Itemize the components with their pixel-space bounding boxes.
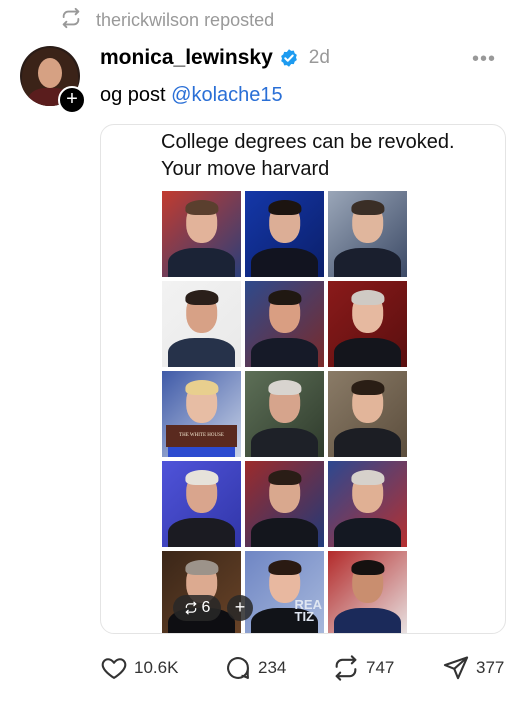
plus-icon: + bbox=[234, 597, 246, 617]
quote-count: 6 bbox=[201, 599, 211, 616]
card-title: College degrees can be revoked. Your mov… bbox=[161, 131, 455, 180]
comment-icon bbox=[227, 657, 249, 679]
like-button[interactable]: 10.6K bbox=[100, 654, 178, 682]
action-bar: 10.6K 234 747 377 bbox=[100, 654, 520, 684]
repost-count: 747 bbox=[366, 658, 395, 677]
repost-icon bbox=[60, 7, 82, 34]
photo-tile: THE WHITE HOUSE bbox=[162, 371, 241, 457]
more-icon[interactable]: ••• bbox=[472, 48, 496, 71]
send-icon bbox=[443, 656, 469, 680]
repost-icon bbox=[185, 601, 196, 615]
post-timestamp: 2d bbox=[308, 47, 330, 68]
mention-link[interactable]: @kolache15 bbox=[171, 84, 282, 106]
photo-tile bbox=[162, 191, 241, 277]
follow-button[interactable]: + bbox=[58, 86, 86, 114]
caption-text: og post bbox=[100, 84, 172, 106]
quote-count-pill[interactable]: 6 bbox=[173, 595, 221, 621]
comment-button[interactable]: 234 bbox=[224, 654, 286, 682]
media-card[interactable]: College degrees can be revoked. Your mov… bbox=[100, 124, 506, 634]
post-username[interactable]: monica_lewinsky bbox=[100, 46, 273, 70]
comment-count: 234 bbox=[258, 658, 287, 677]
reposter-username[interactable]: therickwilson bbox=[96, 10, 199, 30]
photo-tile: REA TIZ bbox=[245, 551, 324, 633]
repost-attribution: therickwilson reposted bbox=[60, 7, 274, 34]
photo-tile bbox=[245, 191, 324, 277]
photo-tile bbox=[328, 281, 407, 367]
like-count: 10.6K bbox=[134, 658, 179, 677]
photo-tile bbox=[245, 371, 324, 457]
photo-tile bbox=[328, 551, 407, 633]
photo-tile bbox=[328, 191, 407, 277]
share-count: 377 bbox=[476, 658, 505, 677]
photo-grid: THE WHITE HOUSE REA TIZ bbox=[162, 191, 412, 633]
photo-tile bbox=[245, 461, 324, 547]
photo-tile bbox=[162, 551, 241, 633]
repost-icon bbox=[335, 655, 357, 681]
repost-attribution-text[interactable]: therickwilson reposted bbox=[96, 10, 274, 31]
repost-label: reposted bbox=[204, 9, 275, 30]
backdrop-text: REA TIZ bbox=[294, 597, 322, 624]
photo-tile bbox=[162, 281, 241, 367]
post-header: monica_lewinsky 2d bbox=[100, 46, 330, 70]
post-caption: og post @kolache15 bbox=[100, 84, 283, 107]
photo-tile bbox=[162, 461, 241, 547]
add-button[interactable]: + bbox=[227, 595, 253, 621]
heart-icon bbox=[101, 658, 127, 679]
share-button[interactable]: 377 bbox=[442, 654, 504, 682]
repost-button[interactable]: 747 bbox=[332, 654, 394, 682]
white-house-podium-text: THE WHITE HOUSE bbox=[166, 425, 237, 447]
photo-tile bbox=[245, 281, 324, 367]
photo-tile bbox=[328, 371, 407, 457]
plus-icon: + bbox=[66, 88, 78, 110]
verified-badge-icon bbox=[280, 49, 297, 67]
photo-tile bbox=[328, 461, 407, 547]
